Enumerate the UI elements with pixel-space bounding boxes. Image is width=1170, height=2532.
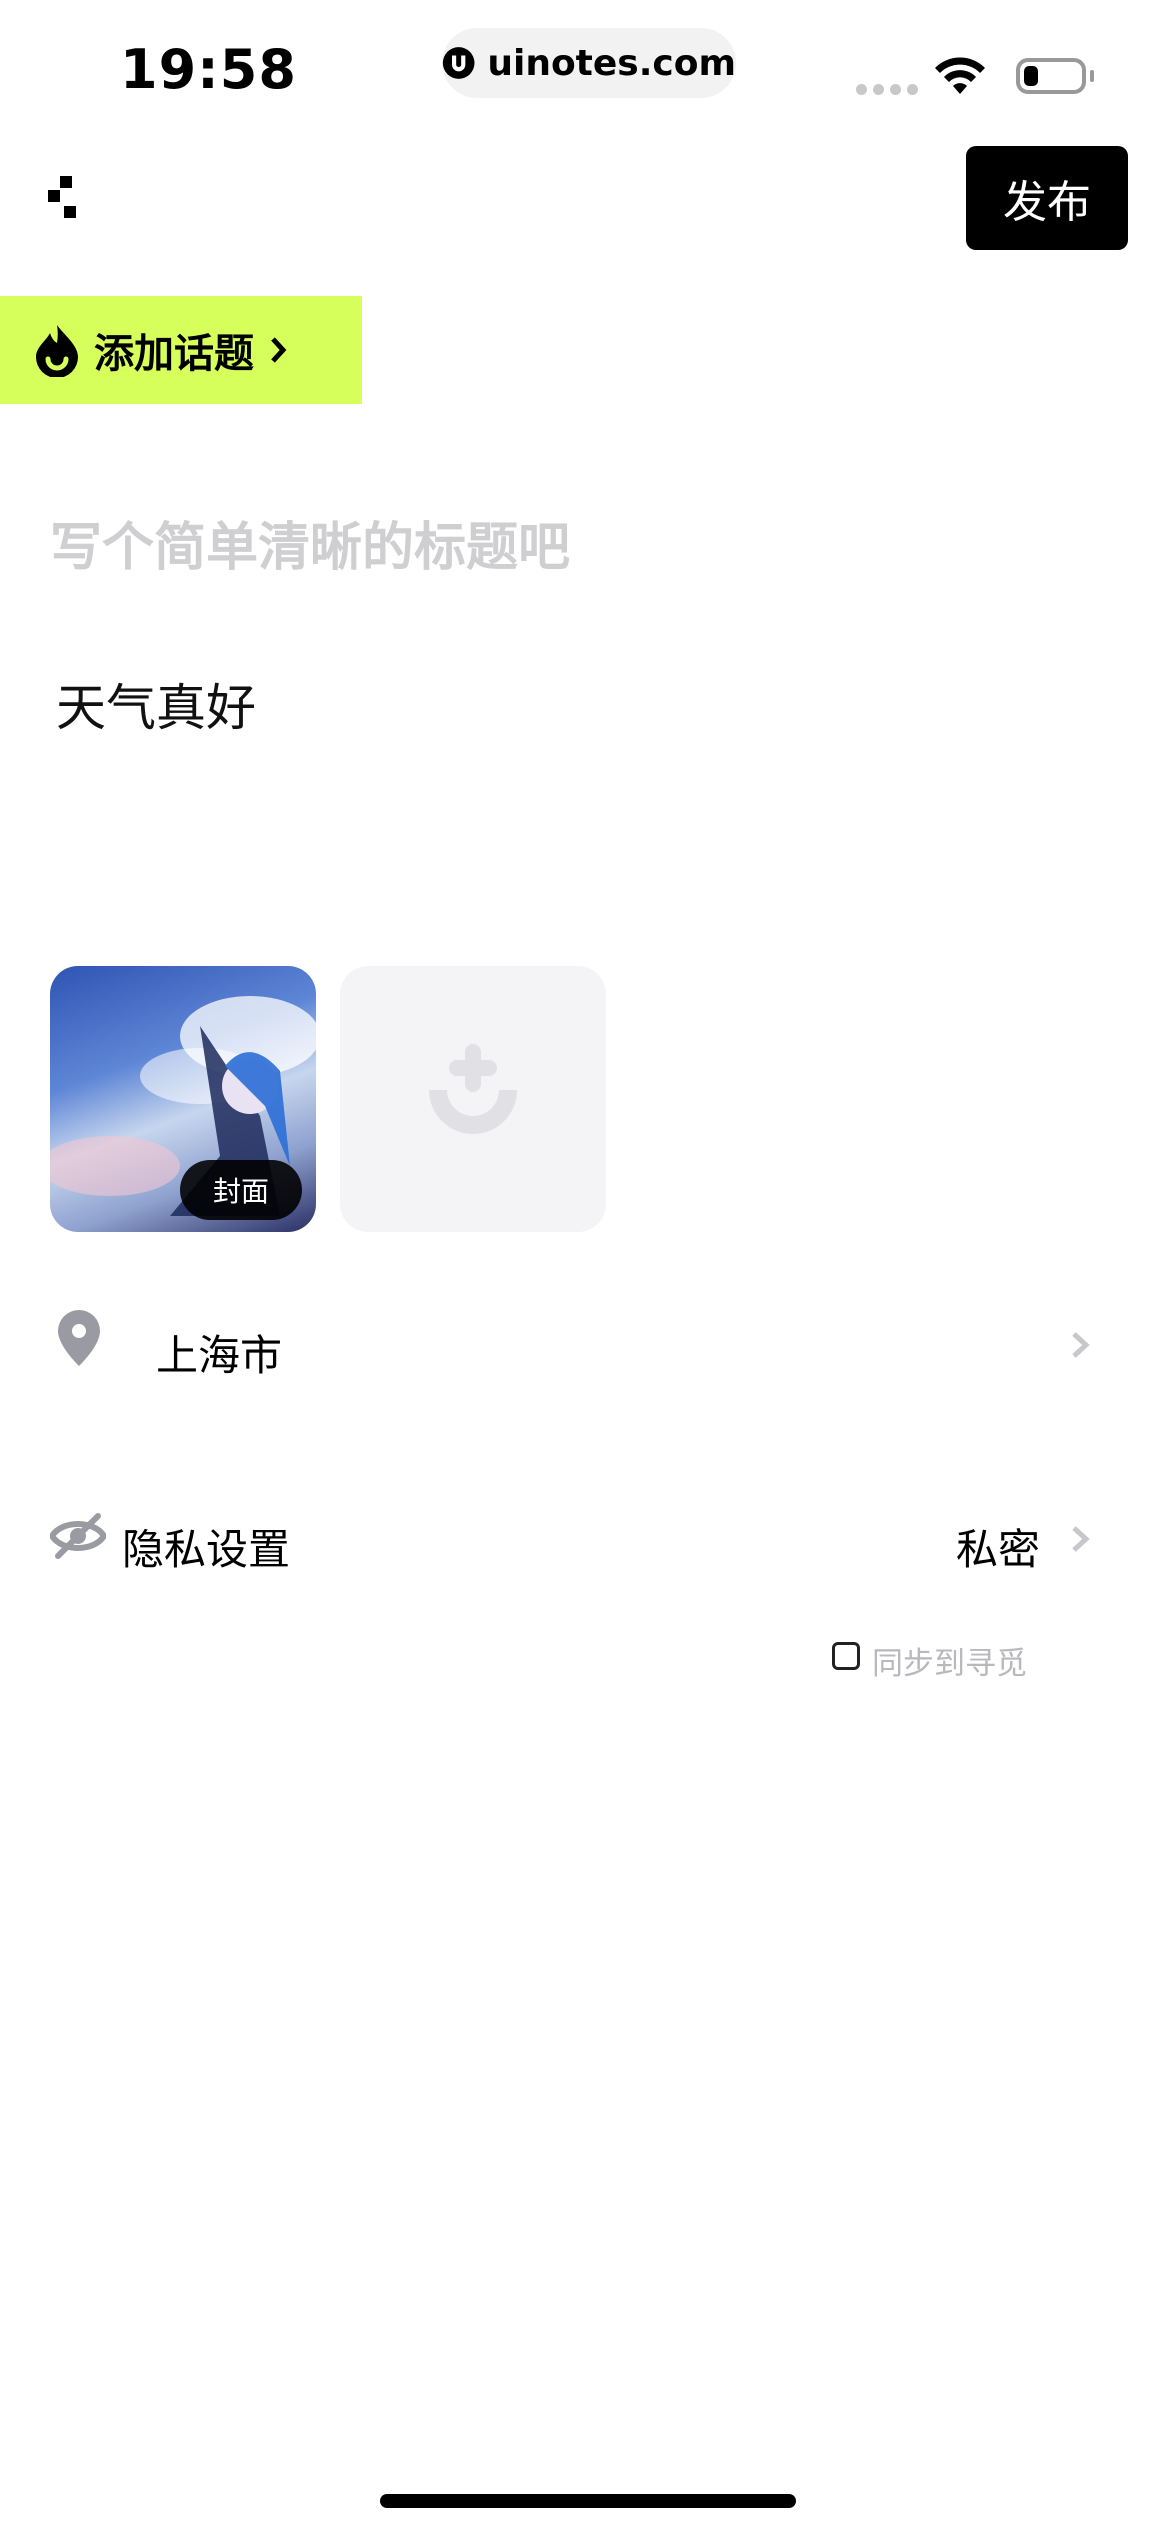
wifi-icon	[935, 57, 985, 94]
url-text: uinotes.com	[487, 42, 736, 84]
location-value: 上海市	[156, 1331, 283, 1380]
chevron-right-icon	[1072, 1332, 1090, 1358]
status-time: 19:58	[120, 38, 297, 101]
chevron-right-icon	[1072, 1526, 1090, 1552]
pixel-dots-icon[interactable]	[46, 176, 80, 222]
add-topic-label: 添加话题	[94, 331, 254, 377]
body-text[interactable]: 天气真好	[56, 668, 256, 740]
cellular-signal-icon	[856, 84, 918, 95]
privacy-label: 隐私设置	[122, 1525, 291, 1574]
cover-badge: 封面	[180, 1160, 302, 1220]
privacy-value: 私密	[956, 1525, 1041, 1574]
site-logo-icon	[442, 47, 475, 79]
add-topic-button[interactable]: 添加话题	[0, 296, 362, 404]
add-image-icon	[429, 1044, 517, 1134]
location-pin-icon	[58, 1310, 100, 1366]
eye-hidden-icon	[50, 1513, 106, 1559]
home-indicator	[380, 2494, 796, 2508]
title-input[interactable]	[50, 506, 1110, 590]
battery-cap	[1090, 70, 1094, 82]
flame-icon	[36, 325, 78, 377]
url-pill[interactable]: uinotes.com	[442, 28, 736, 98]
publish-button[interactable]: 发布	[966, 146, 1128, 250]
chevron-right-icon	[271, 337, 287, 363]
sync-label[interactable]: 同步到寻觅	[872, 1638, 1027, 1683]
battery-icon	[1016, 58, 1086, 94]
sync-checkbox[interactable]	[832, 1642, 860, 1670]
add-image-button[interactable]	[340, 966, 606, 1232]
